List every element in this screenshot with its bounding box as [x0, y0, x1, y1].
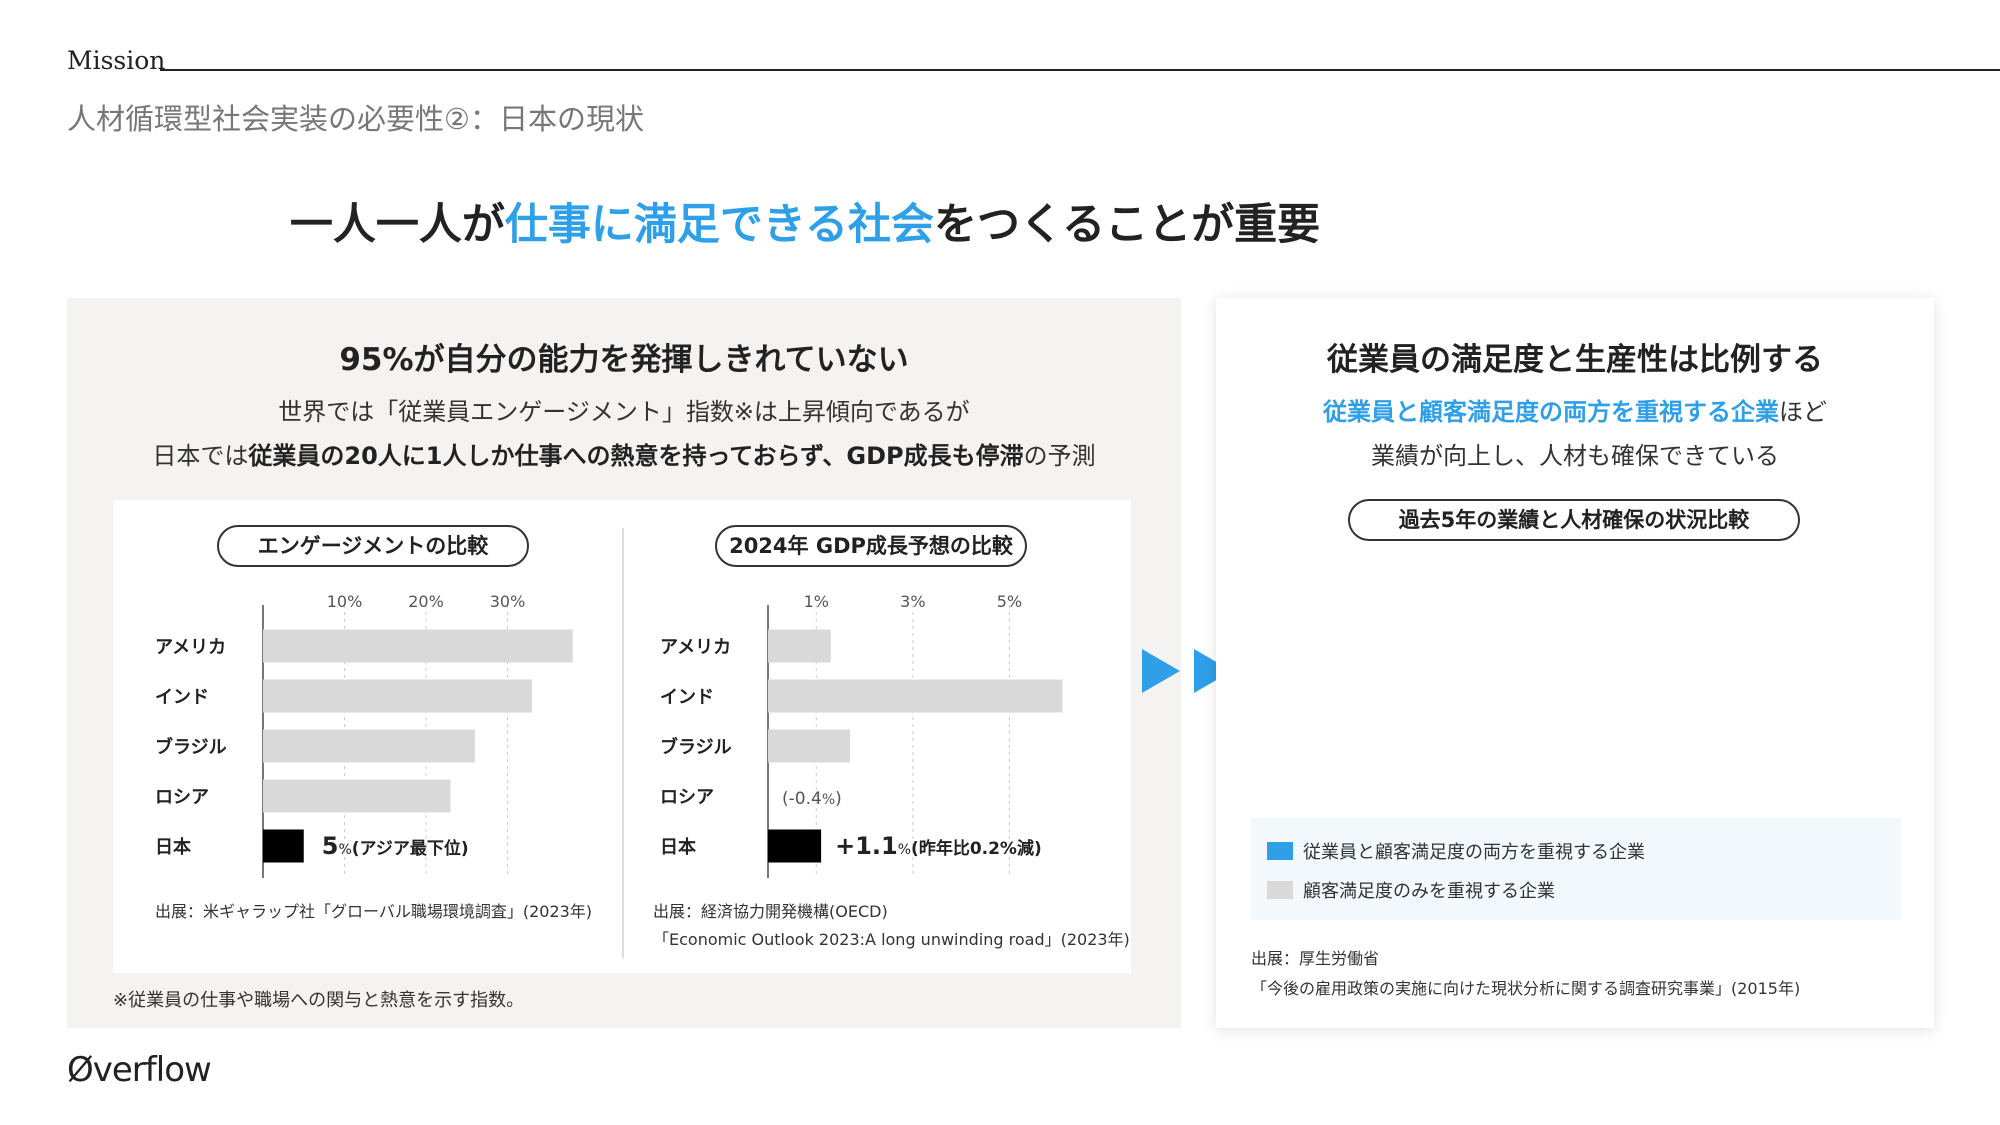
tick-label: 5% — [997, 592, 1022, 611]
legend: 従業員と顧客満足度の両方を重視する企業 顧客満足度のみを重視する企業 — [1251, 818, 1901, 920]
performance-chart-title: 過去5年の業績と人材確保の状況比較 — [1348, 499, 1800, 541]
legend-label-customer: 顧客満足度のみを重視する企業 — [1303, 881, 1555, 902]
data-label: 5%(アジア最下位) — [322, 832, 469, 860]
right-source: 出展：厚生労働省 「今後の雇用政策の実施に向けた現状分析に関する調査研究事業」(… — [1251, 944, 1800, 1004]
bar — [263, 629, 573, 663]
data-label: (-0.4%) — [782, 789, 842, 809]
tick-label: 3% — [900, 592, 925, 611]
engagement-source: 出展：米ギャラップ社「グローバル職場環境調査」(2023年) — [155, 902, 593, 921]
legend-swatch-gray — [1267, 881, 1293, 899]
category-label: 日本 — [660, 836, 696, 858]
category-label: ロシア — [155, 787, 209, 808]
right-source-line2: 「今後の雇用政策の実施に向けた現状分析に関する調査研究事業」(2015年) — [1251, 979, 1801, 998]
tick-label: 30% — [490, 592, 526, 611]
bar — [263, 679, 532, 713]
legend-swatch-blue — [1267, 842, 1293, 860]
bar — [768, 829, 822, 863]
category-label: ブラジル — [660, 736, 732, 758]
tick-label: 20% — [408, 592, 444, 611]
tick-label: 10% — [327, 592, 363, 611]
category-label: 日本 — [155, 836, 191, 858]
legend-item-both: 従業員と顧客満足度の両方を重視する企業 — [1267, 838, 1645, 864]
data-label: +1.1%(昨年比0.2%減) — [835, 832, 1042, 860]
right-line1-highlight: 従業員と顧客満足度の両方を重視する企業 — [1323, 398, 1779, 426]
category-label: インド — [660, 687, 714, 708]
legend-label-both: 従業員と顧客満足度の両方を重視する企業 — [1303, 842, 1645, 863]
category-label: アメリカ — [660, 637, 731, 658]
arrow-icon — [1142, 649, 1180, 693]
gdp-source-line2: 「Economic Outlook 2023:A long unwinding … — [653, 930, 1130, 949]
gdp-source-line1: 出展：経済協力開発機構(OECD) — [653, 902, 888, 921]
bar — [768, 679, 1063, 713]
bar — [768, 729, 851, 763]
category-label: インド — [155, 687, 209, 708]
legend-item-customer: 顧客満足度のみを重視する企業 — [1267, 877, 1555, 903]
engagement-footnote: ※従業員の仕事や職場への関与と熱意を示す指数。 — [113, 990, 525, 1011]
right-card-line1: 従業員と顧客満足度の両方を重視する企業ほど — [1216, 390, 1934, 434]
category-label: ブラジル — [155, 736, 227, 758]
bar — [263, 779, 451, 813]
gdp-source: 出展：経済協力開発機構(OECD) 「Economic Outlook 2023… — [653, 898, 1130, 954]
right-card-line2: 業績が向上し、人材も確保できている — [1371, 442, 1779, 470]
bar — [768, 629, 831, 663]
right-card-title: 従業員の満足度と生産性は比例する — [1327, 342, 1823, 378]
category-label: アメリカ — [155, 637, 226, 658]
tick-label: 1% — [804, 592, 829, 611]
right-line1-post: ほど — [1779, 398, 1827, 426]
bar — [263, 729, 475, 763]
bar — [263, 829, 304, 863]
right-card-body: 従業員と顧客満足度の両方を重視する企業ほど 業績が向上し、人材も確保できている — [1216, 390, 1934, 478]
right-source-line1: 出展：厚生労働省 — [1251, 949, 1380, 968]
category-label: ロシア — [660, 787, 714, 808]
overflow-logo: Øverflow — [67, 1050, 212, 1090]
